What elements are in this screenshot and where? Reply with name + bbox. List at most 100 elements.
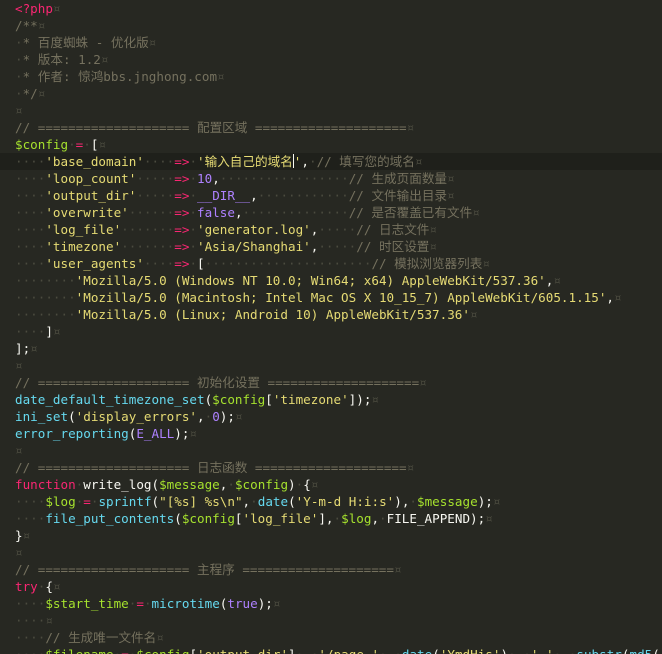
- whitespace-marker: ¤: [15, 545, 23, 560]
- code-token: ): [288, 477, 296, 492]
- code-line[interactable]: ·*/¤: [0, 85, 662, 102]
- code-token: ]: [45, 324, 53, 339]
- code-line[interactable]: try·{¤: [0, 578, 662, 595]
- code-line[interactable]: ·* 作者: 惊鸿bbs.jnghong.com¤: [0, 68, 662, 85]
- whitespace-marker: ·: [15, 52, 23, 67]
- code-line[interactable]: ····'loop_count'·····=>·10,·············…: [0, 170, 662, 187]
- whitespace-marker: ¤: [272, 596, 281, 611]
- code-line[interactable]: ····'base_domain'····=>·'输入自己的域名',·// 填写…: [0, 153, 662, 170]
- code-line[interactable]: date_default_timezone_set($config['timez…: [0, 391, 662, 408]
- whitespace-marker: ¤: [100, 52, 109, 67]
- code-line[interactable]: }¤: [0, 527, 662, 544]
- code-line[interactable]: ····file_put_contents($config['log_file'…: [0, 510, 662, 527]
- code-token: FILE_APPEND);: [386, 511, 486, 526]
- code-token: {: [45, 579, 53, 594]
- code-line[interactable]: ····'log_file'·······=>·'generator.log',…: [0, 221, 662, 238]
- function-token: date_default_timezone_set: [15, 392, 205, 407]
- code-line[interactable]: ····'timezone'·······=>·'Asia/Shanghai',…: [0, 238, 662, 255]
- string-token: 'Mozilla/5.0 (Linux; Android 10) AppleWe…: [75, 307, 470, 322]
- code-line[interactable]: ····// 生成唯一文件名¤: [0, 629, 662, 646]
- keyword-token: .: [561, 647, 569, 654]
- whitespace-marker: ¤: [482, 256, 490, 271]
- whitespace-marker: ·: [68, 137, 76, 152]
- code-line[interactable]: ¤: [0, 544, 662, 561]
- code-line[interactable]: ········'Mozilla/5.0 (Windows NT 10.0; W…: [0, 272, 662, 289]
- whitespace-marker: ·: [508, 647, 516, 654]
- code-token: (: [68, 409, 76, 424]
- code-token: }: [15, 528, 23, 543]
- whitespace-marker: ·······: [121, 222, 175, 237]
- code-token: [: [189, 647, 197, 654]
- code-token: );: [477, 494, 493, 509]
- whitespace-marker: ·····: [136, 188, 175, 203]
- code-line[interactable]: $config·=·[¤: [0, 136, 662, 153]
- string-token: 'generator.log': [197, 222, 311, 237]
- code-line[interactable]: ····$start_time·=·microtime(true);¤: [0, 595, 662, 612]
- code-token: [: [197, 256, 205, 271]
- whitespace-marker: ·: [189, 171, 198, 186]
- code-line[interactable]: ····'output_dir'·····=>·__DIR__,········…: [0, 187, 662, 204]
- string-token: 'Asia/Shanghai': [197, 239, 311, 254]
- code-line[interactable]: error_reporting(E_ALL);¤: [0, 425, 662, 442]
- code-token: ],: [318, 511, 334, 526]
- variable-token: $message: [159, 477, 220, 492]
- code-line[interactable]: // ==================== 初始化设置 ==========…: [0, 374, 662, 391]
- code-token: (: [288, 494, 296, 509]
- code-line[interactable]: function·write_log($message,·$config)·{¤: [0, 476, 662, 493]
- whitespace-marker: ¤: [371, 392, 379, 407]
- code-token: ): [500, 647, 508, 654]
- comment-token: // ==================== 配置区域 ===========…: [15, 120, 407, 135]
- whitespace-marker: ······················: [204, 256, 372, 271]
- comment-token: * 版本: 1.2: [22, 52, 101, 67]
- whitespace-marker: ¤: [492, 494, 501, 509]
- whitespace-marker: ····: [15, 205, 46, 220]
- whitespace-marker: ········: [15, 290, 76, 305]
- code-line[interactable]: ·* 百度蜘蛛 - 优化版¤: [0, 34, 662, 51]
- keyword-token: =: [136, 596, 144, 611]
- whitespace-marker: ¤: [15, 103, 23, 118]
- variable-token: $config: [212, 392, 266, 407]
- code-line[interactable]: ····$log·=·sprintf("[%s] %s\n",·date('Y-…: [0, 493, 662, 510]
- code-token: [: [234, 511, 243, 526]
- whitespace-marker: ·: [227, 477, 235, 492]
- code-token: ),: [394, 494, 410, 509]
- constant-token: 10: [197, 171, 213, 186]
- code-line[interactable]: // ==================== 日志函数 ===========…: [0, 459, 662, 476]
- whitespace-marker: ·················: [219, 171, 349, 186]
- code-line[interactable]: ];¤: [0, 340, 662, 357]
- whitespace-marker: ·: [379, 511, 387, 526]
- string-token: 'timezone': [45, 239, 122, 254]
- string-token: 'user_agents': [45, 256, 144, 271]
- whitespace-marker: ¤: [553, 273, 561, 288]
- code-line[interactable]: ····'user_agents'····=>·[···············…: [0, 255, 662, 272]
- keyword-token: =>: [174, 222, 190, 237]
- code-line[interactable]: ········'Mozilla/5.0 (Linux; Android 10)…: [0, 306, 662, 323]
- code-editor[interactable]: <?php¤/**¤ ·* 百度蜘蛛 - 优化版¤ ·* 版本: 1.2¤ ·* 作者…: [0, 0, 662, 654]
- code-line[interactable]: ····$filename · = · $config['output_dir'] ·. ·…: [0, 646, 662, 654]
- code-line[interactable]: ¤: [0, 102, 662, 119]
- code-line[interactable]: ····]¤: [0, 323, 662, 340]
- function-token: ini_set: [15, 409, 69, 424]
- comment-token: // 时区设置: [356, 239, 430, 254]
- code-token: ]);: [348, 392, 372, 407]
- code-token: (: [652, 647, 660, 654]
- code-line[interactable]: ¤: [0, 442, 662, 459]
- whitespace-marker: ·: [15, 69, 23, 84]
- code-line[interactable]: ini_set('display_errors',·0);¤: [0, 408, 662, 425]
- code-line[interactable]: ····'overwrite'······=>·false,··········…: [0, 204, 662, 221]
- whitespace-marker: ·: [189, 188, 198, 203]
- whitespace-marker: ·: [189, 222, 198, 237]
- code-line[interactable]: ¤: [0, 357, 662, 374]
- code-line[interactable]: ····¤: [0, 612, 662, 629]
- code-line[interactable]: // ==================== 主程序 ============…: [0, 561, 662, 578]
- code-line[interactable]: /**¤: [0, 17, 662, 34]
- code-line[interactable]: // ==================== 配置区域 ===========…: [0, 119, 662, 136]
- function-token: error_reporting: [15, 426, 129, 441]
- code-line[interactable]: <?php¤: [0, 0, 662, 17]
- code-line[interactable]: ········'Mozilla/5.0 (Macintosh; Intel M…: [0, 289, 662, 306]
- code-token: ,: [250, 188, 258, 203]
- code-line[interactable]: ·* 版本: 1.2¤: [0, 51, 662, 68]
- whitespace-marker: ¤: [52, 1, 61, 16]
- whitespace-marker: ····: [15, 647, 45, 654]
- comment-token: // ==================== 主程序 ============…: [15, 562, 394, 577]
